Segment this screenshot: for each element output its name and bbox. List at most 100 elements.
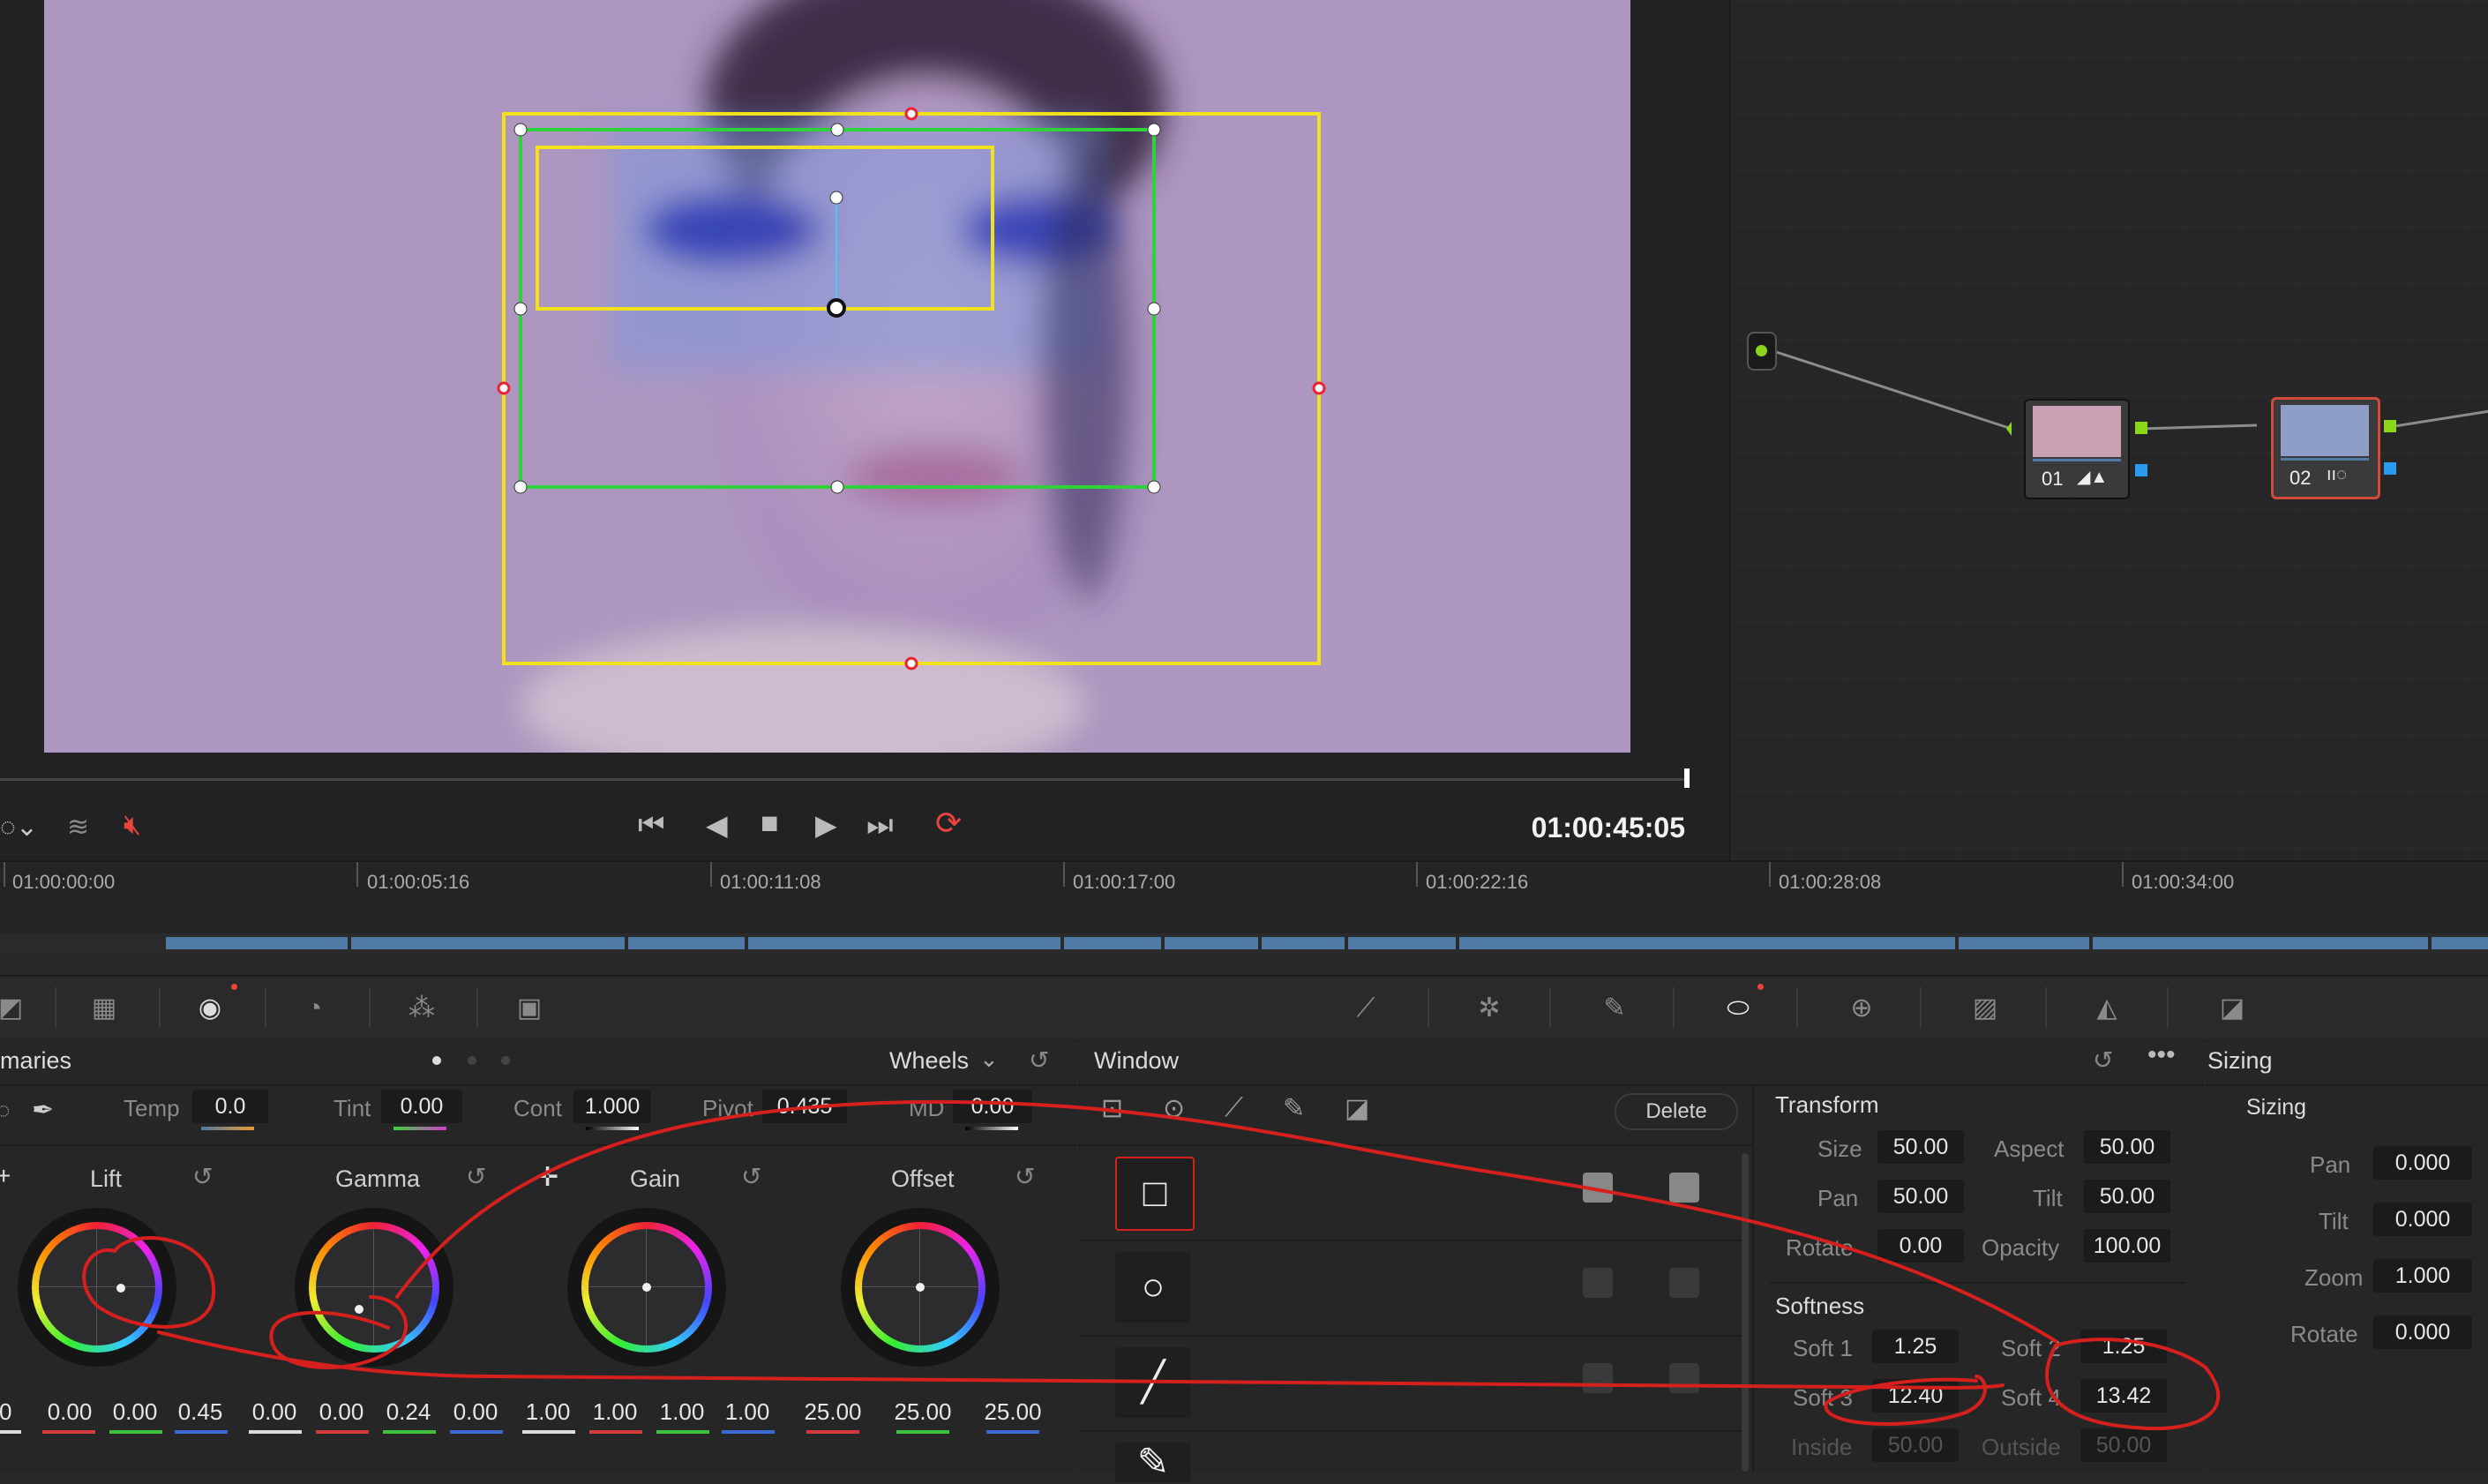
clip[interactable] bbox=[2432, 937, 2488, 949]
md-field[interactable]: 0.00 bbox=[953, 1090, 1032, 1123]
color-match-icon[interactable]: ▦ bbox=[85, 989, 124, 1028]
layers-icon[interactable]: ≋ bbox=[67, 812, 89, 843]
scrub-bar[interactable] bbox=[0, 778, 1690, 781]
motion-effects-icon[interactable]: ▣ bbox=[510, 989, 549, 1028]
reset-icon[interactable]: ↺ bbox=[1029, 1046, 1049, 1075]
gamma-wheel[interactable] bbox=[295, 1208, 453, 1367]
soft1-field[interactable]: 1.25 bbox=[1872, 1330, 1959, 1363]
magic-mask-icon[interactable]: ▨ bbox=[1966, 989, 2005, 1028]
add-circle-icon[interactable]: ⊙ bbox=[1163, 1093, 1185, 1124]
polygon-shape-icon[interactable]: ✎ bbox=[1115, 1443, 1191, 1482]
clip[interactable] bbox=[2093, 937, 2428, 949]
offset-reset-icon[interactable]: ↺ bbox=[1015, 1162, 1035, 1191]
window-row-linear[interactable]: ╱ bbox=[1080, 1337, 1742, 1432]
linear-shape-icon[interactable]: ╱ bbox=[1115, 1347, 1191, 1418]
stop-icon[interactable]: ■ bbox=[761, 806, 779, 841]
soft4-field[interactable]: 13.42 bbox=[2080, 1379, 2167, 1413]
window-tool-icon[interactable]: ⬭ bbox=[1719, 989, 1757, 1028]
color-wheels-icon[interactable]: ◉ bbox=[191, 989, 229, 1028]
gamma-green-value[interactable]: 0.24 bbox=[378, 1398, 439, 1426]
chevron-down-icon[interactable]: ⌄ bbox=[979, 1046, 999, 1073]
add-polygon-icon[interactable]: ✎ bbox=[1283, 1093, 1305, 1124]
pivot-field[interactable]: 0.435 bbox=[762, 1090, 847, 1123]
mask-icon[interactable] bbox=[1669, 1268, 1699, 1298]
rectangle-shape-icon[interactable]: □ bbox=[1115, 1157, 1195, 1231]
clip[interactable] bbox=[1959, 937, 2089, 949]
mask-icon[interactable] bbox=[1669, 1173, 1699, 1203]
page-dot[interactable] bbox=[468, 1056, 476, 1065]
skip-end-icon[interactable]: ⏭ bbox=[866, 808, 894, 843]
node-01[interactable]: 01 ◢▲ bbox=[2024, 399, 2130, 499]
sizing-rotate-field[interactable]: 0.000 bbox=[2373, 1315, 2472, 1349]
node-01-key-output[interactable] bbox=[2135, 464, 2147, 476]
offset-wheel[interactable] bbox=[841, 1208, 1000, 1367]
gain-wheel[interactable] bbox=[567, 1208, 726, 1367]
step-back-icon[interactable]: ◀ bbox=[706, 808, 728, 842]
blur-icon[interactable]: ◭ bbox=[2087, 989, 2126, 1028]
scrub-handle[interactable] bbox=[1684, 768, 1690, 788]
input-node[interactable] bbox=[1747, 332, 1777, 371]
sizing-tilt-field[interactable]: 0.000 bbox=[2373, 1203, 2472, 1236]
sizing-pan-field[interactable]: 0.000 bbox=[2373, 1146, 2472, 1180]
skip-start-icon[interactable]: ⏮ bbox=[638, 808, 665, 843]
node-02[interactable]: 02 ıı◌ bbox=[2271, 397, 2380, 499]
lift-blue-value[interactable]: 0.45 bbox=[169, 1398, 231, 1426]
clip[interactable] bbox=[1459, 937, 1955, 949]
clip[interactable] bbox=[351, 937, 625, 949]
mask-icon[interactable] bbox=[1669, 1363, 1699, 1393]
window-row-polygon[interactable]: ✎ bbox=[1080, 1432, 1742, 1482]
invert-icon[interactable] bbox=[1583, 1363, 1613, 1393]
tracker-icon[interactable]: ⊕ bbox=[1842, 989, 1881, 1028]
circle-shape-icon[interactable]: ○ bbox=[1115, 1252, 1191, 1323]
play-icon[interactable]: ▶ bbox=[815, 808, 837, 842]
clip[interactable] bbox=[1262, 937, 1345, 949]
page-dot-active[interactable] bbox=[432, 1056, 441, 1065]
gamma-blue-value[interactable]: 0.00 bbox=[445, 1398, 506, 1426]
page-dot[interactable] bbox=[501, 1056, 510, 1065]
picker-icon[interactable]: ✒ bbox=[32, 1095, 54, 1126]
offset-green-value[interactable]: 25.00 bbox=[888, 1398, 958, 1426]
tilt-field[interactable]: 50.00 bbox=[2084, 1180, 2170, 1213]
lift-green-value[interactable]: 0.00 bbox=[104, 1398, 166, 1426]
gamma-master-value[interactable]: 0.00 bbox=[244, 1398, 305, 1426]
reset-icon[interactable]: ↺ bbox=[2093, 1046, 2113, 1075]
color-warper-icon[interactable]: ✲ bbox=[1470, 989, 1509, 1028]
add-rectangle-icon[interactable]: ⊡ bbox=[1101, 1093, 1123, 1124]
crosshair-icon[interactable]: ✛ bbox=[536, 1162, 558, 1193]
add-linear-icon[interactable]: ⟋ bbox=[1225, 1093, 1243, 1123]
circle-icon[interactable]: ◌ bbox=[0, 1097, 10, 1124]
mode-select[interactable]: Wheels bbox=[889, 1047, 969, 1075]
gain-master-value[interactable]: 1.00 bbox=[517, 1398, 579, 1426]
gamma-red-value[interactable]: 0.00 bbox=[311, 1398, 372, 1426]
clip[interactable] bbox=[1165, 937, 1258, 949]
clip[interactable] bbox=[166, 937, 348, 949]
curves-icon[interactable]: ⟋ bbox=[1346, 989, 1385, 1028]
lift-red-value[interactable]: 0.00 bbox=[39, 1398, 101, 1426]
offset-blue-value[interactable]: 25.00 bbox=[978, 1398, 1048, 1426]
window-overlay[interactable] bbox=[44, 0, 1630, 753]
video-frame[interactable] bbox=[44, 0, 1630, 753]
window-row-circle[interactable]: ○ bbox=[1080, 1241, 1742, 1337]
invert-icon[interactable] bbox=[1583, 1173, 1613, 1203]
sizing-zoom-field[interactable]: 1.000 bbox=[2373, 1259, 2472, 1293]
invert-icon[interactable] bbox=[1583, 1268, 1613, 1298]
contrast-field[interactable]: 1.000 bbox=[573, 1090, 651, 1123]
clip[interactable] bbox=[628, 937, 745, 949]
gain-red-value[interactable]: 1.00 bbox=[584, 1398, 646, 1426]
clip[interactable] bbox=[1064, 937, 1161, 949]
key-icon[interactable]: ◪ bbox=[2213, 989, 2252, 1028]
size-field[interactable]: 50.00 bbox=[1877, 1130, 1964, 1164]
delete-button[interactable]: Delete bbox=[1615, 1093, 1738, 1130]
more-options-icon[interactable]: ••• bbox=[2147, 1040, 2176, 1070]
lift-reset-icon[interactable]: ↺ bbox=[192, 1162, 213, 1191]
gain-blue-value[interactable]: 1.00 bbox=[716, 1398, 778, 1426]
crosshair-icon[interactable]: + bbox=[0, 1162, 11, 1190]
soft3-field[interactable]: 12.40 bbox=[1872, 1379, 1959, 1413]
gamma-reset-icon[interactable]: ↺ bbox=[466, 1162, 486, 1191]
gain-green-value[interactable]: 1.00 bbox=[651, 1398, 713, 1426]
aspect-field[interactable]: 50.00 bbox=[2084, 1130, 2170, 1164]
node-02-key-output[interactable] bbox=[2384, 462, 2396, 475]
rgb-mixer-icon[interactable]: ⁂ bbox=[402, 989, 441, 1028]
add-gradient-icon[interactable]: ◪ bbox=[1345, 1093, 1369, 1124]
clip[interactable] bbox=[1348, 937, 1456, 949]
